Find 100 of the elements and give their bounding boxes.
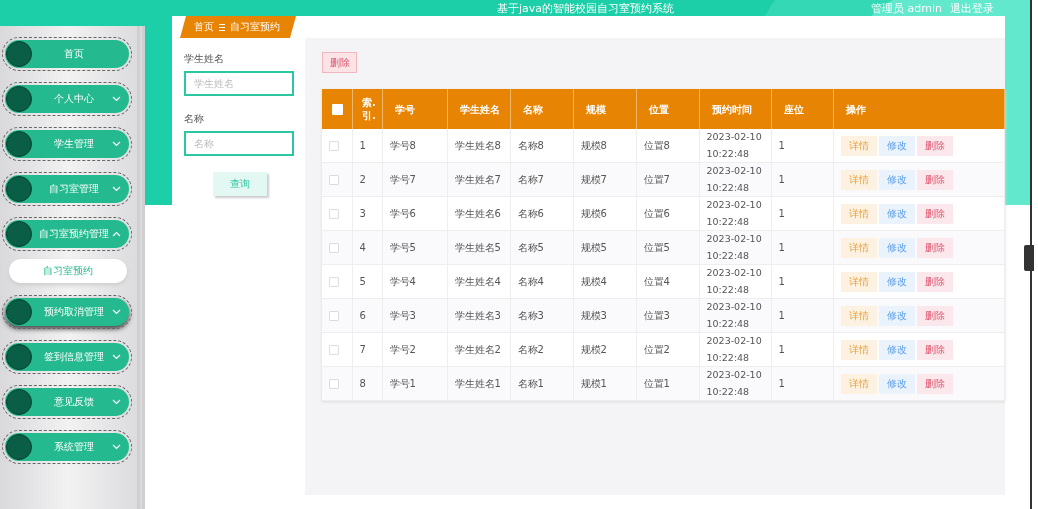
table-cell: 位置2 xyxy=(643,343,670,355)
detail-button[interactable]: 详情 xyxy=(840,169,877,190)
detail-button[interactable]: 详情 xyxy=(840,203,877,224)
delete-button[interactable]: 删除 xyxy=(916,237,953,258)
chevron-icon xyxy=(112,141,121,147)
checkbox[interactable] xyxy=(329,242,339,253)
table-cell-text: 2023-02-10 10:22:48 xyxy=(706,266,763,297)
detail-button[interactable]: 详情 xyxy=(840,339,877,360)
column-header: 名称 xyxy=(522,103,543,115)
table-cell: 学号7 xyxy=(389,173,416,185)
table-cell: 学生姓名8 xyxy=(454,139,501,151)
menu-item[interactable]: 个人中心 xyxy=(5,85,129,113)
delete-button[interactable]: 删除 xyxy=(916,339,953,360)
table-cell: 1 xyxy=(778,309,785,321)
edit-button[interactable]: 修改 xyxy=(878,271,915,292)
edit-button[interactable]: 修改 xyxy=(878,169,915,190)
table-cell: 1 xyxy=(778,377,785,389)
table-cell: 名称7 xyxy=(517,173,544,185)
checkbox[interactable] xyxy=(329,378,339,389)
table-cell: 名称4 xyxy=(517,275,544,287)
chevron-icon xyxy=(112,231,121,237)
table-cell-text: 2023-02-10 10:22:48 xyxy=(706,232,763,263)
column-header: 学号 xyxy=(394,103,415,115)
delete-button[interactable]: 删除 xyxy=(916,271,953,292)
table-cell: 7 xyxy=(359,343,366,355)
delete-button[interactable]: 删除 xyxy=(916,373,953,394)
table-cell: 1 xyxy=(778,173,785,185)
submenu-item[interactable]: 自习室预约 xyxy=(9,259,127,283)
table-cell: 学号3 xyxy=(389,309,416,321)
column-header: 座位 xyxy=(783,103,804,115)
edit-button[interactable]: 修改 xyxy=(878,135,915,156)
table-cell: 学生姓名6 xyxy=(454,207,501,219)
table-cell: 名称6 xyxy=(517,207,544,219)
chevron-icon xyxy=(112,399,121,405)
menu-item[interactable]: 签到信息管理 xyxy=(5,343,129,371)
search-button[interactable]: 查询 xyxy=(213,172,267,196)
checkbox[interactable] xyxy=(329,310,339,321)
column-header: 操作 xyxy=(845,103,866,115)
table-cell-text: 2023-02-10 10:22:48 xyxy=(706,300,763,331)
detail-button[interactable]: 详情 xyxy=(840,271,877,292)
table-cell: 1 xyxy=(778,241,785,253)
delete-button[interactable]: 删除 xyxy=(916,169,953,190)
delete-button[interactable]: 删除 xyxy=(322,52,357,73)
delete-button[interactable]: 删除 xyxy=(916,135,953,156)
table-cell-text: 2023-02-10 10:22:48 xyxy=(706,368,763,399)
table-cell: 学生姓名2 xyxy=(454,343,501,355)
table-cell: 规模6 xyxy=(580,207,607,219)
app-title: 基于java的智能校园自习室预约系统 xyxy=(497,0,675,16)
edit-button[interactable]: 修改 xyxy=(878,339,915,360)
delete-button[interactable]: 删除 xyxy=(916,203,953,224)
logout-link[interactable]: 退出登录 xyxy=(950,0,994,16)
delete-button[interactable]: 删除 xyxy=(916,305,953,326)
menu-item[interactable]: 首页 xyxy=(5,40,129,68)
detail-button[interactable]: 详情 xyxy=(840,135,877,156)
checkbox[interactable] xyxy=(329,140,339,151)
table-cell: 规模2 xyxy=(580,343,607,355)
edit-button[interactable]: 修改 xyxy=(878,203,915,224)
side-handle[interactable] xyxy=(1024,245,1034,271)
detail-button[interactable]: 详情 xyxy=(840,237,877,258)
checkbox[interactable] xyxy=(329,344,339,355)
table-cell: 8 xyxy=(359,377,366,389)
table-cell: 学号1 xyxy=(389,377,416,389)
breadcrumb-link[interactable]: 首页 xyxy=(194,20,214,34)
table-cell: 位置7 xyxy=(643,173,670,185)
chevron-icon xyxy=(112,444,121,450)
table-cell: 名称8 xyxy=(517,139,544,151)
menu-item[interactable]: 意见反馈 xyxy=(5,388,129,416)
input-field[interactable]: 名称 xyxy=(184,131,294,156)
menu-item[interactable]: 自习室预约管理 xyxy=(5,220,129,248)
edit-button[interactable]: 修改 xyxy=(878,305,915,326)
table-cell: 5 xyxy=(359,275,366,287)
breadcrumb-link[interactable]: 自习室预约 xyxy=(230,20,280,34)
table-cell: 规模5 xyxy=(580,241,607,253)
table-cell: 位置6 xyxy=(643,207,670,219)
table-cell: 位置4 xyxy=(643,275,670,287)
table-cell: 6 xyxy=(359,309,366,321)
menu-item[interactable]: 学生管理 xyxy=(5,130,129,158)
checkbox[interactable] xyxy=(329,276,339,287)
column-header: 预约时间 xyxy=(711,103,752,115)
menu-item[interactable]: 系统管理 xyxy=(5,433,129,461)
checkbox[interactable] xyxy=(332,104,343,115)
user-label: 管理员 admin xyxy=(871,0,942,16)
checkbox[interactable] xyxy=(329,174,339,185)
table-cell-text: 2023-02-10 10:22:48 xyxy=(706,130,763,161)
table-cell: 位置5 xyxy=(643,241,670,253)
table-cell: 3 xyxy=(359,207,366,219)
detail-button[interactable]: 详情 xyxy=(840,373,877,394)
edit-button[interactable]: 修改 xyxy=(878,373,915,394)
table-cell: 学号8 xyxy=(389,139,416,151)
input-field[interactable]: 学生姓名 xyxy=(184,71,294,96)
edit-button[interactable]: 修改 xyxy=(878,237,915,258)
menu-item[interactable]: 预约取消管理 xyxy=(5,298,129,326)
chevron-icon xyxy=(112,354,121,360)
detail-button[interactable]: 详情 xyxy=(840,305,877,326)
checkbox[interactable] xyxy=(329,208,339,219)
table-cell: 1 xyxy=(359,139,366,151)
table-cell: 学生姓名3 xyxy=(454,309,501,321)
menu-item[interactable]: 自习室管理 xyxy=(5,175,129,203)
table-cell: 位置3 xyxy=(643,309,670,321)
table-cell: 学生姓名7 xyxy=(454,173,501,185)
